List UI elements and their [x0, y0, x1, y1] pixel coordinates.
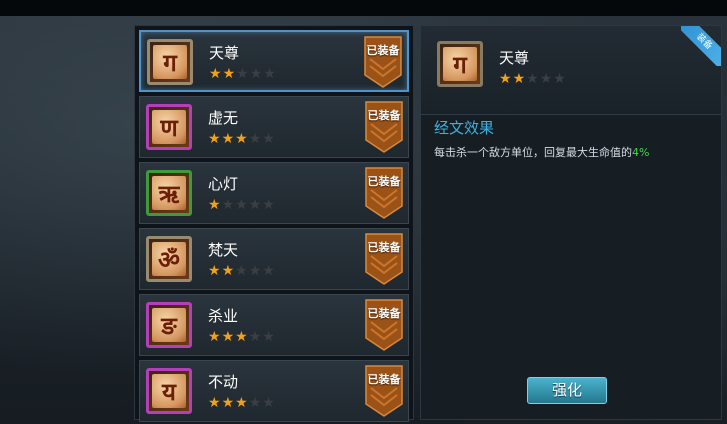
equipped-banner-icon: 已装备	[363, 166, 405, 220]
star-icon: ★	[222, 66, 237, 82]
scripture-list-item[interactable]: ग 天尊 ★★★★★ 已装备	[139, 30, 409, 92]
star-icon: ★	[221, 131, 236, 147]
star-icon: ★	[209, 66, 223, 82]
star-rating: ★★★★★	[208, 132, 276, 146]
scripture-icon: ॐ	[146, 236, 192, 282]
scripture-name: 不动	[208, 373, 239, 391]
star-rating: ★★★★★	[208, 396, 276, 410]
scripture-name: 杀业	[208, 307, 239, 325]
scripture-glyph: ग	[153, 45, 187, 79]
detail-star-rating: ★★★★★	[499, 72, 567, 86]
star-icon: ★	[236, 66, 250, 82]
scripture-list-item[interactable]: ॐ 梵天 ★★★★★ 已装备	[139, 228, 409, 290]
star-icon: ★	[235, 131, 249, 147]
star-icon: ★	[248, 131, 263, 147]
scripture-list-item[interactable]: ङ 杀业 ★★★★★ 已装备	[139, 294, 409, 356]
equipped-label: 已装备	[366, 44, 400, 57]
scripture-detail-panel: ग 天尊 ★★★★★ 装备 经文效果 每击杀一个敌方单位，回复最大生命值的4% …	[420, 25, 722, 420]
scripture-name: 心灯	[208, 175, 239, 193]
scripture-icon: ग	[147, 39, 193, 85]
scripture-icon: य	[146, 368, 192, 414]
star-rating: ★★★★★	[209, 67, 277, 81]
star-icon: ★	[249, 66, 264, 82]
star-icon: ★	[208, 131, 222, 147]
scripture-glyph: ॐ	[152, 242, 186, 276]
equipped-label: 已装备	[367, 109, 401, 122]
scripture-icon: ण	[146, 104, 192, 150]
star-icon: ★	[208, 263, 222, 279]
scripture-list-item[interactable]: ऋ 心灯 ★★★★★ 已装备	[139, 162, 409, 224]
equipped-label: 已装备	[367, 307, 401, 320]
corner-tag-label: 装备	[681, 26, 721, 66]
star-icon: ★	[262, 263, 276, 279]
scripture-glyph: ङ	[152, 308, 186, 342]
upgrade-button[interactable]: 强化	[527, 377, 607, 404]
equipped-label: 已装备	[367, 175, 401, 188]
star-icon: ★	[235, 395, 249, 411]
effect-description: 每击杀一个敌方单位，回复最大生命值的4%	[434, 144, 649, 160]
star-icon: ★	[262, 197, 276, 213]
effect-value: 4%	[632, 146, 650, 159]
star-icon: ★	[248, 329, 263, 345]
star-icon: ★	[248, 197, 263, 213]
divider	[421, 114, 721, 115]
scripture-glyph: य	[152, 374, 186, 408]
star-icon: ★	[221, 263, 236, 279]
star-icon: ★	[262, 395, 276, 411]
equipped-banner-icon: 已装备	[363, 298, 405, 352]
effect-text: 每击杀一个敌方单位，回复最大生命值的	[434, 146, 632, 159]
star-icon: ★	[512, 71, 527, 87]
star-icon: ★	[208, 329, 222, 345]
equipped-banner-icon: 已装备	[363, 100, 405, 154]
scripture-name: 天尊	[209, 44, 240, 62]
star-icon: ★	[208, 197, 222, 213]
scripture-glyph: ण	[152, 110, 186, 144]
scripture-glyph: ऋ	[152, 176, 186, 210]
scripture-name: 虚无	[208, 109, 239, 127]
top-bar	[0, 0, 727, 16]
equipped-banner-icon: 已装备	[363, 364, 405, 418]
star-icon: ★	[208, 395, 222, 411]
scripture-list-panel[interactable]: ग 天尊 ★★★★★ 已装备 ण 虚无 ★★★★★ 已装备 ऋ 心灯 ★★★★★ 已装备 ॐ 梵天 ★★★★…	[134, 25, 414, 422]
star-rating: ★★★★★	[208, 264, 276, 278]
detail-scripture-icon: ग	[437, 41, 483, 87]
equipped-corner-tag: 装备	[681, 26, 721, 66]
star-icon: ★	[499, 71, 513, 87]
star-icon: ★	[248, 395, 263, 411]
star-icon: ★	[526, 71, 540, 87]
effect-title: 经文效果	[434, 119, 495, 137]
star-rating: ★★★★★	[208, 330, 276, 344]
scripture-icon: ङ	[146, 302, 192, 348]
scripture-icon: ऋ	[146, 170, 192, 216]
scripture-list-item[interactable]: य 不动 ★★★★★ 已装备	[139, 360, 409, 422]
equipped-label: 已装备	[367, 241, 401, 254]
star-icon: ★	[262, 329, 276, 345]
detail-glyph: ग	[443, 47, 477, 81]
star-icon: ★	[539, 71, 554, 87]
equipped-label: 已装备	[367, 373, 401, 386]
detail-title: 天尊	[499, 49, 530, 67]
star-icon: ★	[221, 395, 236, 411]
star-icon: ★	[263, 66, 277, 82]
equipped-banner-icon: 已装备	[362, 35, 404, 89]
scripture-list-item[interactable]: ण 虚无 ★★★★★ 已装备	[139, 96, 409, 158]
star-icon: ★	[221, 329, 236, 345]
star-rating: ★★★★★	[208, 198, 276, 212]
equipped-banner-icon: 已装备	[363, 232, 405, 286]
scripture-name: 梵天	[208, 241, 239, 259]
detail-header: ग 天尊 ★★★★★ 装备	[421, 26, 721, 114]
star-icon: ★	[221, 197, 236, 213]
star-icon: ★	[553, 71, 567, 87]
star-icon: ★	[248, 263, 263, 279]
star-icon: ★	[235, 263, 249, 279]
star-icon: ★	[262, 131, 276, 147]
star-icon: ★	[235, 329, 249, 345]
star-icon: ★	[235, 197, 249, 213]
